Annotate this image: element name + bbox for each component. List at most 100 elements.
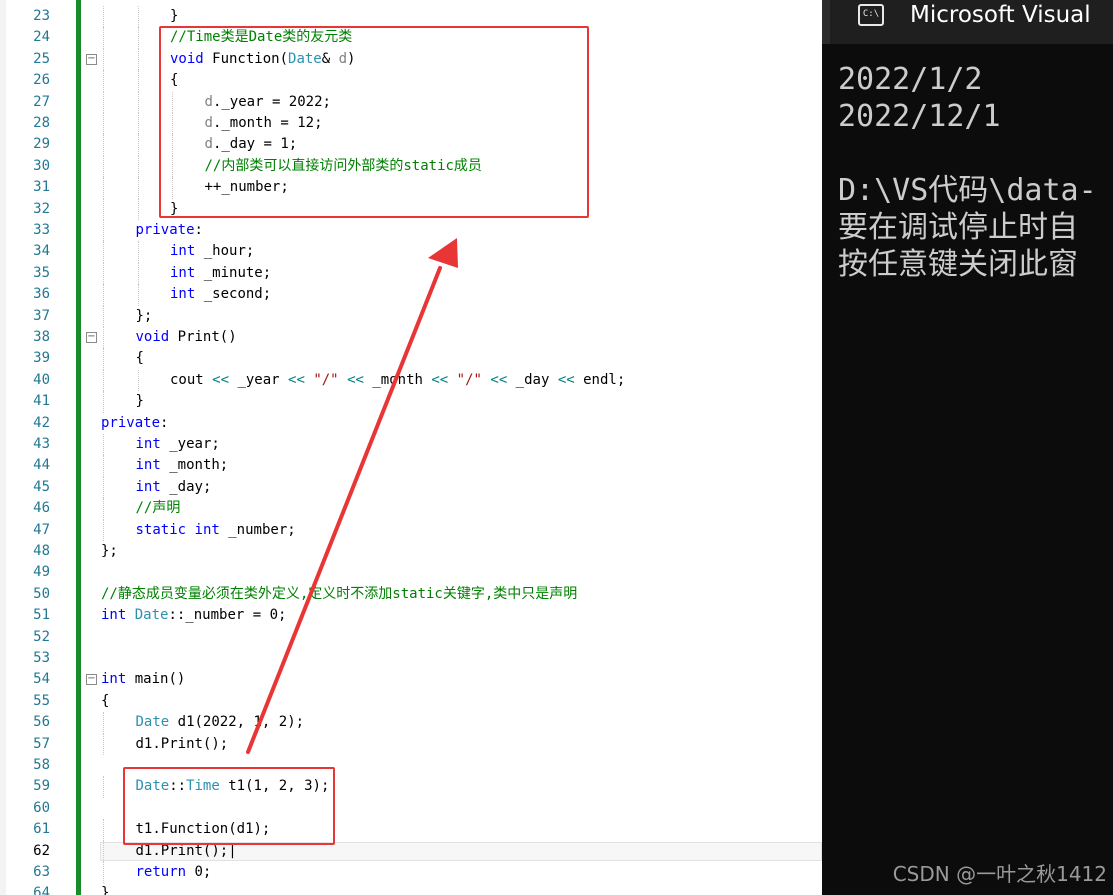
code-line[interactable]: 42 private:	[0, 413, 822, 434]
code-token: return	[135, 864, 187, 880]
code-line[interactable]: 35 int _minute;	[0, 262, 822, 285]
code-line[interactable]: 41}	[0, 391, 822, 413]
highlight-box-time-call	[123, 767, 335, 845]
code-line[interactable]: 49	[0, 562, 822, 583]
code-line[interactable]: 39 {	[0, 348, 822, 370]
code-text[interactable]: return 0;	[136, 862, 212, 883]
code-text[interactable]: {	[101, 691, 109, 712]
code-text[interactable]: int _second;	[170, 284, 271, 305]
code-line[interactable]: 34 int _hour;	[0, 241, 822, 263]
watermark: CSDN @一叶之秋1412	[892, 862, 1107, 886]
line-number: 24	[33, 29, 50, 46]
line-number: 60	[33, 799, 50, 816]
code-token: private	[135, 222, 195, 238]
indent-guide	[103, 70, 104, 92]
code-line[interactable]: 43 int _year;	[0, 434, 822, 456]
code-token: }	[135, 393, 144, 410]
code-line[interactable]: 47 static int _number;	[0, 519, 822, 541]
code-line[interactable]: 54 − int main()	[0, 669, 822, 690]
code-line[interactable]: 56 Date d1(2022, 1, 2);	[0, 712, 822, 734]
line-number: 45	[33, 478, 50, 495]
code-text[interactable]: int _minute;	[170, 263, 271, 284]
line-number: 25	[33, 50, 50, 67]
code-text[interactable]: }	[136, 391, 144, 412]
indent-guide	[103, 327, 104, 349]
code-token: int	[101, 607, 127, 624]
code-text[interactable]: }	[170, 6, 178, 27]
code-text[interactable]: int _hour;	[170, 241, 254, 262]
code-token: int	[170, 264, 196, 281]
line-number: 55	[33, 692, 50, 709]
code-token: int	[170, 286, 196, 303]
indent-guide	[103, 91, 104, 113]
code-text[interactable]: private:	[136, 220, 203, 241]
code-token: <<	[288, 371, 305, 388]
code-token: "/"	[456, 371, 482, 388]
code-line[interactable]: 40 cout << _year << "/" << _month << "/" …	[0, 369, 822, 392]
code-text[interactable]: d1.Print();	[136, 734, 229, 755]
code-line[interactable]: 44 int _month;	[0, 455, 822, 477]
code-text[interactable]: };	[101, 541, 118, 562]
code-text[interactable]: //静态成员变量必须在类外定义,定义时不添加static关键字,类中只是声明	[101, 584, 577, 605]
code-text[interactable]: cout << _year << "/" << _month << "/" <<…	[170, 370, 625, 391]
code-token: static	[135, 521, 187, 538]
code-line[interactable]: 57 d1.Print();	[0, 733, 822, 755]
code-text[interactable]: int _month;	[136, 455, 229, 476]
collapse-icon[interactable]: −	[86, 53, 97, 65]
code-text[interactable]: }	[101, 883, 109, 895]
code-text[interactable]: Date d1(2022, 1, 2);	[136, 712, 305, 733]
code-line[interactable]: 63 return 0;	[0, 862, 822, 884]
line-number: 47	[33, 521, 50, 538]
indent-guide	[137, 241, 139, 263]
console-tab-edge	[822, 0, 830, 44]
line-number: 56	[33, 714, 50, 731]
line-number: 32	[33, 200, 50, 217]
code-line[interactable]: 64}	[0, 883, 822, 895]
code-text[interactable]: int Date::_number = 0;	[101, 605, 286, 626]
code-text[interactable]: };	[136, 306, 153, 327]
console-output-line: D:\VS代码\data-	[838, 173, 1097, 208]
code-text[interactable]: void Print()	[136, 327, 237, 348]
code-text[interactable]: int main()	[101, 669, 185, 690]
console-titlebar[interactable]: C:\ Microsoft Visual	[822, 0, 1113, 44]
code-line[interactable]: 51 int Date::_number = 0;	[0, 605, 822, 626]
code-text[interactable]: {	[136, 348, 144, 369]
indent-guide	[137, 6, 139, 28]
console-window[interactable]: C:\ Microsoft Visual 2022/1/2 2022/12/1 …	[822, 0, 1113, 895]
code-line[interactable]: 33 private:	[0, 220, 822, 242]
code-token: int	[170, 243, 196, 260]
code-token: <<	[490, 371, 508, 388]
code-token: <<	[557, 371, 575, 388]
code-token: }	[101, 885, 110, 895]
indent-guide	[103, 498, 104, 520]
code-token: Print()	[169, 329, 237, 345]
code-text[interactable]: static int _number;	[136, 520, 296, 541]
code-token: d1.Print();	[135, 735, 229, 752]
code-line[interactable]: 38 − void Print()	[0, 327, 822, 349]
highlight-box-friend-function	[159, 26, 589, 218]
code-text[interactable]: int _day;	[136, 477, 212, 498]
code-text[interactable]: int _year;	[136, 434, 220, 455]
code-text[interactable]: private:	[101, 413, 168, 434]
code-line[interactable]: 45 int _day;	[0, 476, 822, 499]
code-line[interactable]: 37};	[0, 305, 822, 327]
code-line[interactable]: 36 int _second;	[0, 284, 822, 306]
indent-guide	[103, 177, 104, 199]
indent-guide	[103, 27, 104, 49]
code-line[interactable]: 23}	[0, 6, 822, 28]
collapse-icon[interactable]: −	[86, 674, 97, 686]
indent-guide	[103, 455, 104, 477]
collapse-icon[interactable]: −	[86, 332, 97, 343]
indent-guide	[137, 198, 139, 220]
line-number: 48	[33, 543, 50, 559]
code-line[interactable]: 48};	[0, 541, 822, 562]
code-text[interactable]: //声明	[136, 498, 181, 519]
code-line[interactable]: 55 {	[0, 691, 822, 712]
indent-guide	[137, 284, 139, 306]
code-line[interactable]: 53	[0, 648, 822, 669]
code-line[interactable]: 52	[0, 627, 822, 648]
code-line[interactable]: 50 //静态成员变量必须在类外定义,定义时不添加static关键字,类中只是声明	[0, 584, 822, 605]
code-line[interactable]: 46 //声明	[0, 498, 822, 520]
